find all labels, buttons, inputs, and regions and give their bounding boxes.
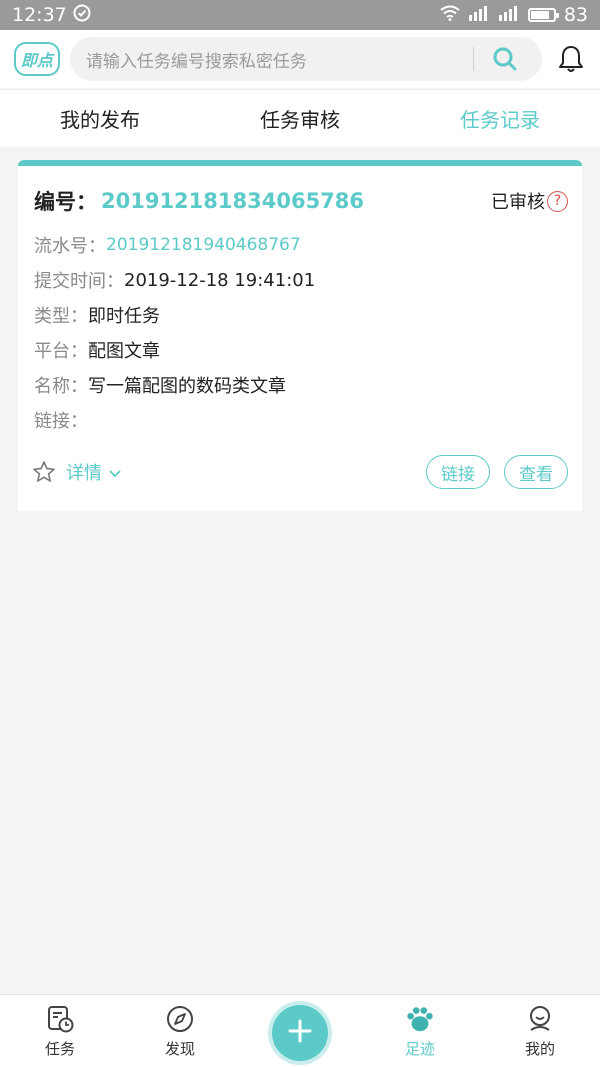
type-value: 即时任务 — [88, 306, 160, 327]
nav-item-footprint[interactable]: 足迹 — [360, 995, 480, 1067]
search-divider — [473, 47, 475, 71]
platform-value: 配图文章 — [88, 341, 160, 362]
paw-icon — [405, 1004, 435, 1034]
nav-label-footprint: 足迹 — [404, 1040, 435, 1058]
status-time: 12:37 — [12, 4, 67, 26]
status-badge: 已审核 ? — [491, 188, 568, 214]
serial-label: 流水号： — [34, 236, 106, 257]
signal-icon — [468, 4, 490, 26]
link-button[interactable]: 链接 — [426, 455, 490, 489]
tab-my-posts[interactable]: 我的发布 — [0, 90, 200, 147]
bell-icon[interactable] — [556, 44, 586, 74]
battery-icon — [527, 8, 559, 22]
platform-row: 平台： 配图文章 — [34, 337, 160, 363]
task-record-card: 编号： 201912181834065786 已审核 ? 流水号： 201912… — [18, 160, 582, 511]
submit-time-value: 2019-12-18 19:41:01 — [124, 269, 316, 291]
compass-icon — [165, 1004, 195, 1034]
task-clock-icon — [45, 1004, 75, 1034]
platform-label: 平台： — [34, 341, 88, 362]
nav-label-mine: 我的 — [524, 1040, 555, 1058]
header: 即点 请输入任务编号搜索私密任务 — [0, 30, 600, 88]
task-number-label: 编号： — [34, 190, 97, 214]
type-label: 类型： — [34, 306, 88, 327]
status-label: 已审核 — [491, 192, 545, 213]
nav-item-mine[interactable]: 我的 — [480, 995, 600, 1067]
star-icon[interactable] — [32, 460, 56, 484]
tab-task-review[interactable]: 任务审核 — [200, 90, 400, 147]
serial-row: 流水号： 201912181940468767 — [34, 232, 301, 258]
submit-time-label: 提交时间： — [34, 271, 124, 292]
link-label: 链接： — [34, 411, 88, 432]
name-row: 名称： 写一篇配图的数码类文章 — [34, 372, 286, 398]
search-input[interactable]: 请输入任务编号搜索私密任务 — [86, 47, 473, 72]
nav-label-discover: 发现 — [164, 1040, 195, 1058]
bottom-nav: 任务 发现 足迹 我的 — [0, 994, 600, 1067]
wifi-icon — [440, 4, 460, 26]
view-button[interactable]: 查看 — [504, 455, 568, 489]
type-row: 类型： 即时任务 — [34, 302, 160, 328]
app-logo: 即点 — [14, 42, 60, 76]
signal-icon — [498, 4, 520, 26]
name-label: 名称： — [34, 376, 88, 397]
check-circle-icon — [73, 4, 91, 27]
battery-level: 83 — [563, 4, 588, 26]
chevron-down-icon — [108, 462, 122, 483]
plus-icon — [287, 1018, 313, 1048]
status-bar: 12:37 83 — [0, 0, 600, 30]
name-value: 写一篇配图的数码类文章 — [88, 376, 286, 397]
tab-task-records[interactable]: 任务记录 — [400, 90, 600, 147]
search-icon[interactable] — [492, 46, 542, 72]
nav-item-discover[interactable]: 发现 — [120, 995, 240, 1067]
task-number: 201912181834065786 — [101, 189, 365, 213]
tab-bar: 我的发布 任务审核 任务记录 — [0, 89, 600, 147]
card-header: 编号： 201912181834065786 已审核 ? — [34, 186, 568, 216]
add-button[interactable] — [272, 1005, 328, 1061]
submit-time-row: 提交时间： 2019-12-18 19:41:01 — [34, 267, 315, 293]
search-bar[interactable]: 请输入任务编号搜索私密任务 — [69, 37, 543, 81]
profile-icon — [525, 1004, 555, 1034]
card-footer: 详情 链接 查看 — [32, 454, 568, 490]
serial-value: 201912181940468767 — [106, 235, 301, 255]
question-icon[interactable]: ? — [547, 190, 568, 212]
nav-label-tasks: 任务 — [44, 1040, 75, 1058]
detail-toggle[interactable]: 详情 — [66, 459, 122, 485]
link-row: 链接： — [34, 407, 88, 433]
nav-item-tasks[interactable]: 任务 — [0, 995, 120, 1067]
detail-label: 详情 — [66, 463, 102, 484]
nav-item-add — [240, 995, 360, 1067]
